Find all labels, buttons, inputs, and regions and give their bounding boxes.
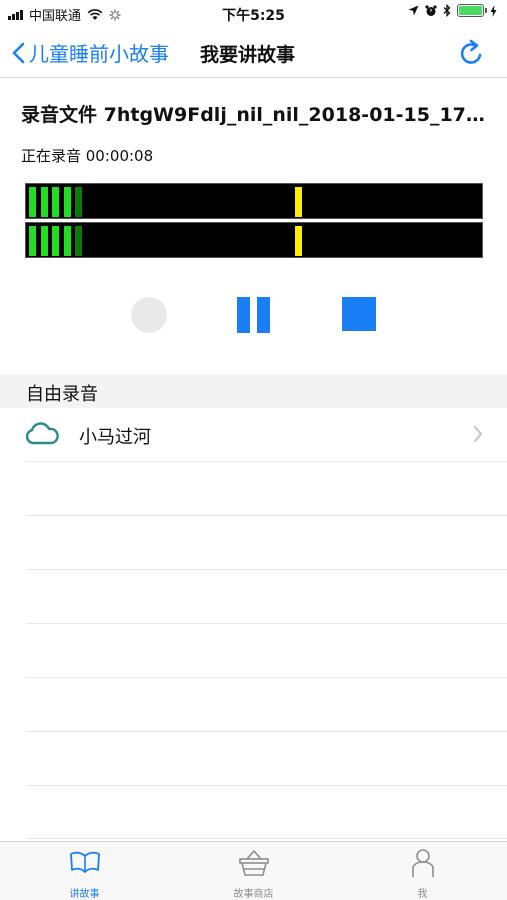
level-meter-right — [25, 222, 483, 258]
row-separator — [26, 515, 507, 516]
tab-label: 讲故事 — [69, 889, 100, 900]
row-separator — [26, 623, 507, 624]
tab-bar: 讲故事 故事商店 我 — [0, 841, 507, 900]
bluetooth-icon — [443, 4, 451, 17]
meter-segment — [29, 226, 36, 256]
meter-segment — [52, 187, 59, 217]
basket-icon — [238, 850, 269, 876]
tab-tell-story[interactable]: 讲故事 — [0, 842, 169, 900]
cloud-icon — [25, 422, 59, 445]
status-bar: 中国联通 下午5:25 — [0, 0, 507, 28]
pause-icon-bar — [237, 297, 250, 333]
meter-segment — [63, 226, 71, 256]
tab-label: 故事商店 — [233, 889, 274, 900]
section-header: 自由录音 — [0, 374, 507, 408]
tab-label: 我 — [417, 889, 428, 900]
row-separator — [26, 785, 507, 786]
row-separator — [26, 731, 507, 732]
meter-segment — [75, 187, 82, 217]
back-button[interactable]: 儿童睡前小故事 — [12, 38, 169, 67]
stop-button[interactable] — [342, 297, 376, 331]
chevron-right-icon — [474, 426, 482, 442]
page-title: 我要讲故事 — [200, 44, 296, 66]
list-item[interactable]: 小马过河 — [0, 408, 507, 462]
recording-file-name: 录音文件 7htgW9Fdlj_nil_nil_2018-01-15_17-2.… — [21, 104, 491, 126]
meter-segment — [52, 226, 59, 256]
tab-me[interactable]: 我 — [338, 842, 507, 900]
meter-segment — [63, 187, 71, 217]
pause-icon-bar — [257, 297, 270, 333]
back-button-label: 儿童睡前小故事 — [29, 42, 169, 66]
level-meter-left — [25, 183, 483, 219]
meter-segment — [40, 226, 48, 256]
meter-segment — [29, 187, 36, 217]
meter-segment — [40, 187, 48, 217]
battery-icon — [457, 4, 487, 17]
navigation-bar: 儿童睡前小故事 我要讲故事 — [0, 28, 507, 78]
meter-peak — [295, 226, 302, 256]
chevron-left-icon — [12, 42, 25, 63]
row-separator — [26, 461, 507, 462]
section-title: 自由录音 — [26, 384, 98, 405]
row-separator — [26, 569, 507, 570]
row-separator — [26, 838, 507, 839]
charging-icon — [490, 4, 497, 17]
alarm-icon — [425, 4, 437, 16]
location-icon — [408, 5, 419, 16]
open-book-icon — [69, 851, 100, 873]
status-right — [408, 4, 497, 17]
tab-story-store[interactable]: 故事商店 — [169, 842, 338, 900]
meter-segment — [75, 226, 82, 256]
list-item-label: 小马过河 — [79, 427, 151, 448]
meter-peak — [295, 187, 302, 217]
person-icon — [411, 849, 434, 877]
pause-button[interactable] — [237, 297, 270, 333]
refresh-icon[interactable] — [457, 38, 487, 68]
row-separator — [26, 677, 507, 678]
recording-status: 正在录音 00:00:08 — [21, 147, 154, 165]
record-button[interactable] — [131, 297, 167, 333]
